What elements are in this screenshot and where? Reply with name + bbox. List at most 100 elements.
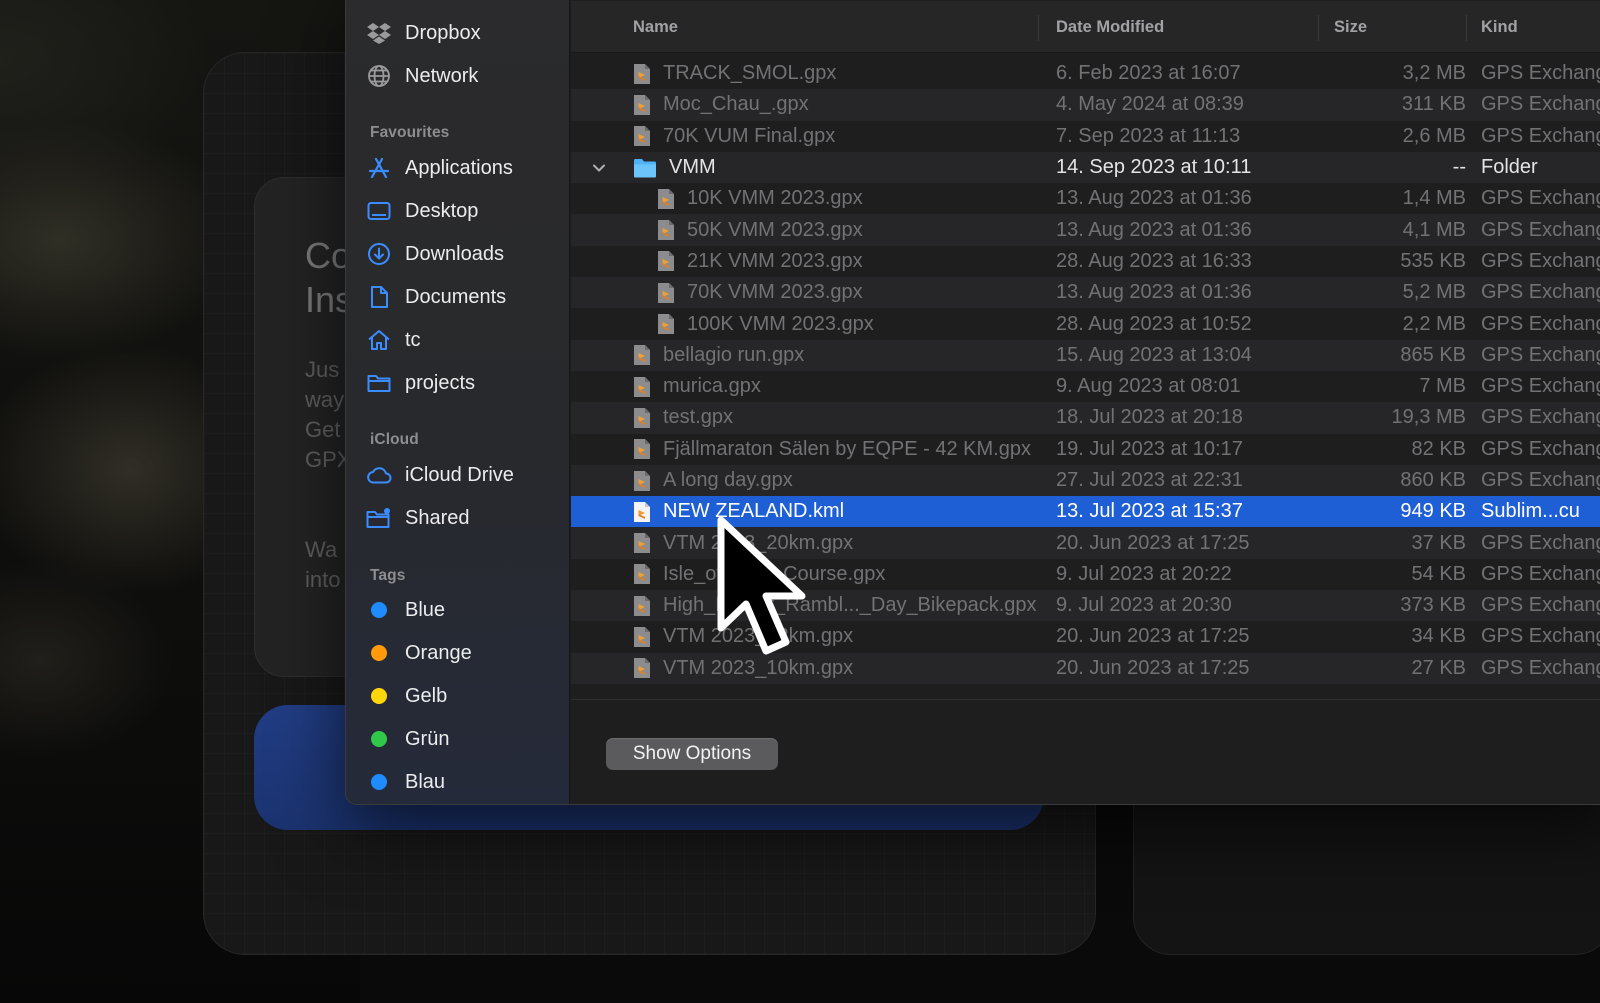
sidebar: Dropbox Network Favourites Applications … [346,0,570,804]
sidebar-tag-gruen[interactable]: Grün [366,721,562,757]
tag-dot-icon [366,769,392,795]
file-name-text: VMM [669,156,716,179]
file-kind: GPS Exchange [1481,594,1600,617]
tag-dot-icon [366,640,392,666]
sidebar-item-shared[interactable]: Shared [366,500,562,536]
file-name: 70K VUM Final.gpx [633,125,835,148]
file-size: 5,2 MB [1402,281,1466,304]
file-kind: GPS Exchange [1481,218,1600,241]
file-icon [634,470,650,491]
file-name-text: A long day.gpx [663,469,793,491]
file-kind: GPS Exchange [1481,281,1600,304]
file-row[interactable]: 100K VMM 2023.gpx 28. Aug 2023 at 10:52 2,… [571,308,1600,339]
file-size: 19,3 MB [1391,406,1466,429]
folder-row[interactable]: VMM 14. Sep 2023 at 10:11 -- Folder [571,151,1600,184]
column-header-size[interactable]: Size [1334,1,1367,53]
file-row[interactable]: test.gpx 18. Jul 2023 at 20:18 19,3 MB GPS … [571,402,1600,434]
file-kind: GPS Exchange [1481,562,1600,585]
globe-icon [366,63,392,89]
file-icon [634,439,650,460]
sidebar-item-home[interactable]: tc [366,322,562,358]
document-icon [366,284,392,310]
sidebar-item-applications[interactable]: Applications [366,150,562,186]
file-name: Moc_Chau_.gpx [633,93,809,116]
file-row[interactable]: 70K VUM Final.gpx 7. Sep 2023 at 11:13 2,6… [571,121,1600,152]
folder-icon [366,370,392,396]
file-name: 70K VMM 2023.gpx [657,281,863,304]
sidebar-tag-gelb[interactable]: Gelb [366,678,562,714]
file-row[interactable]: TRACK_SMOL.gpx 6. Feb 2023 at 16:07 3,2 MB… [571,58,1600,89]
column-divider[interactable] [1466,15,1467,41]
file-row[interactable]: Fjällmaraton Sälen by EQPE - 42 KM.gpx 19… [571,434,1600,465]
file-size: 535 KB [1400,249,1466,272]
sidebar-tag-blau[interactable]: Blau [366,764,562,800]
file-size: 37 KB [1411,531,1466,554]
file-date: 13. Aug 2023 at 01:36 [1056,281,1252,304]
file-date: 7. Sep 2023 at 11:13 [1056,124,1241,147]
file-row[interactable]: 10K VMM 2023.gpx 13. Aug 2023 at 01:36 1,4… [571,183,1600,214]
file-icon [634,501,650,522]
file-kind: GPS Exchange [1481,124,1600,147]
file-size: 34 KB [1411,625,1466,648]
sidebar-item-label: projects [405,371,476,394]
cloud-icon [366,462,392,488]
file-name: bellagio run.gpx [633,344,804,367]
sidebar-item-desktop[interactable]: Desktop [366,193,562,229]
file-row[interactable]: Moc_Chau_.gpx 4. May 2024 at 08:39 311 KB G… [571,89,1600,121]
file-name-text: TRACK_SMOL.gpx [663,62,837,85]
sidebar-item-documents[interactable]: Documents [366,279,562,315]
sidebar-tag-blue[interactable]: Blue [366,592,562,628]
sidebar-item-dropbox[interactable]: Dropbox [366,15,562,51]
file-name-text: Fjällmaraton Sälen by EQPE - 42 KM.gpx [663,437,1031,460]
sidebar-item-label: Downloads [405,242,504,265]
file-row[interactable]: bellagio run.gpx 15. Aug 2023 at 13:04 865… [571,339,1600,371]
file-date: 9. Jul 2023 at 20:22 [1056,562,1232,585]
column-header-date[interactable]: Date Modified [1056,1,1164,53]
file-row[interactable]: murica.gpx 9. Aug 2023 at 08:01 7 MB GPS Ex… [571,371,1600,402]
file-date: 20. Jun 2023 at 17:25 [1056,625,1250,648]
file-kind: GPS Exchange [1481,656,1600,679]
column-header-name[interactable]: Name [633,1,678,53]
file-name: TRACK_SMOL.gpx [633,62,836,85]
column-divider[interactable] [1318,15,1319,41]
file-row[interactable]: A long day.gpx 27. Jul 2023 at 22:31 860 K… [571,464,1600,497]
chevron-down-icon[interactable] [591,160,607,176]
download-icon [366,241,392,267]
file-name-text: bellagio run.gpx [663,343,805,366]
folder-icon [634,158,656,178]
file-date: 9. Aug 2023 at 08:01 [1056,375,1241,398]
file-icon [658,251,674,272]
file-size: 865 KB [1400,343,1466,366]
file-kind: GPS Exchange [1481,249,1600,272]
column-header-kind[interactable]: Kind [1481,1,1518,53]
file-kind: GPS Exchange [1481,469,1600,491]
file-row[interactable]: 50K VMM 2023.gpx 13. Aug 2023 at 01:36 4,1… [571,214,1600,246]
file-icon [634,345,650,366]
file-date: 9. Jul 2023 at 20:30 [1056,594,1232,617]
show-options-button[interactable]: Show Options [606,738,778,770]
file-date: 6. Feb 2023 at 16:07 [1056,62,1241,85]
file-icon [634,407,650,428]
file-kind: GPS Exchange [1481,312,1600,335]
sidebar-item-icloud-drive[interactable]: iCloud Drive [366,457,562,493]
sidebar-item-label: Blau [405,770,446,793]
file-row[interactable]: 70K VMM 2023.gpx 13. Aug 2023 at 01:36 5,2… [571,277,1600,309]
column-divider[interactable] [1038,15,1039,41]
file-date: 20. Jun 2023 at 17:25 [1056,656,1250,679]
sidebar-tag-orange[interactable]: Orange [366,635,562,671]
file-size: 82 KB [1411,437,1466,460]
file-kind: Sublim...cu [1481,500,1580,523]
sidebar-item-label: Orange [405,641,472,664]
file-kind: GPS Exchange [1481,531,1600,554]
sidebar-item-projects[interactable]: projects [366,365,562,401]
file-name: High_Desert_Rambl..._Day_Bikepack.gpx [633,594,1037,617]
file-size: 949 KB [1400,500,1466,523]
sidebar-item-downloads[interactable]: Downloads [366,236,562,272]
file-name: VMM [633,156,716,179]
file-row[interactable]: 21K VMM 2023.gpx 28. Aug 2023 at 16:33 535… [571,246,1600,277]
file-name: 100K VMM 2023.gpx [657,313,874,336]
file-icon [658,188,674,209]
file-date: 4. May 2024 at 08:39 [1056,93,1244,116]
sidebar-item-network[interactable]: Network [366,58,562,94]
file-kind: GPS Exchange [1481,375,1600,398]
